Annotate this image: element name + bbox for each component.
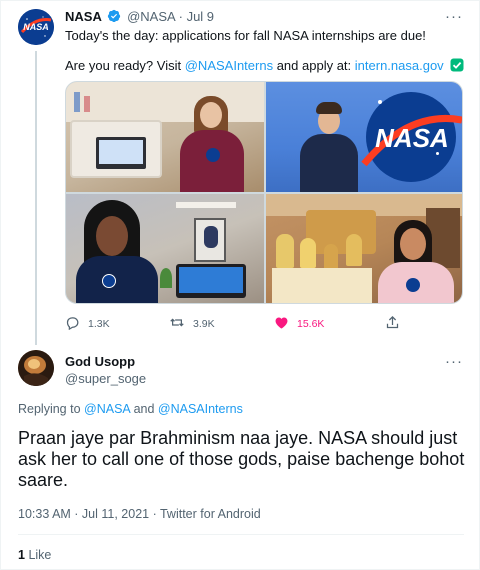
reply-action[interactable]: 1.3K bbox=[65, 315, 110, 333]
reply-count: 1.3K bbox=[88, 318, 110, 330]
url-link[interactable]: intern.nasa.gov bbox=[355, 58, 444, 73]
like-stat-label: Like bbox=[28, 548, 52, 562]
author-handle[interactable]: @NASA bbox=[127, 9, 175, 24]
check-mark-icon bbox=[450, 58, 464, 76]
header-separator: · bbox=[178, 9, 183, 24]
author-name[interactable]: NASA bbox=[65, 9, 102, 24]
photo-nasa-logo[interactable]: NASA bbox=[266, 82, 462, 192]
heart-icon bbox=[274, 315, 289, 333]
photo-logo-text: NASA bbox=[375, 123, 449, 153]
reply-author-name[interactable]: God Usopp bbox=[65, 354, 135, 369]
like-action[interactable]: 15.6K bbox=[274, 315, 324, 333]
tweet-thread: NASA NASA @NASA · Jul 9 ··· Today's the … bbox=[0, 0, 480, 570]
tweet-text-line-1: Today's the day: applications for fall N… bbox=[65, 28, 426, 43]
reply-icon bbox=[65, 315, 80, 333]
text-prefix: Are you ready? Visit bbox=[65, 58, 182, 73]
retweet-count: 3.9K bbox=[193, 318, 215, 330]
photo-intern-shrine[interactable] bbox=[266, 194, 462, 303]
like-stats[interactable]: 1 Like bbox=[18, 548, 51, 562]
tweet-header: NASA @NASA · Jul 9 bbox=[65, 9, 214, 26]
retweet-icon bbox=[169, 315, 185, 333]
like-count: 15.6K bbox=[297, 318, 325, 330]
reply-text: Praan jaye par Brahminism naa jaye. NASA… bbox=[18, 428, 465, 490]
more-icon[interactable]: ··· bbox=[445, 354, 463, 369]
user-avatar[interactable] bbox=[18, 350, 54, 386]
divider bbox=[18, 534, 464, 535]
reply-timestamp[interactable]: 10:33 AM · Jul 11, 2021 · Twitter for An… bbox=[18, 507, 261, 521]
replying-mention-nasa[interactable]: @NASA bbox=[84, 402, 130, 416]
share-action[interactable] bbox=[385, 315, 400, 333]
more-icon[interactable]: ··· bbox=[445, 9, 463, 24]
reply-author-handle[interactable]: @super_soge bbox=[65, 371, 146, 386]
tweet-text-line-2: Are you ready? Visit @NASAInterns and ap… bbox=[65, 57, 464, 76]
replying-and: and bbox=[133, 402, 155, 416]
photo-intern-desk[interactable] bbox=[66, 82, 264, 192]
like-stat-count: 1 bbox=[18, 548, 25, 562]
share-icon bbox=[385, 315, 400, 333]
photo-intern-room[interactable] bbox=[66, 194, 264, 303]
replying-to-line: Replying to @NASA and @NASAInterns bbox=[18, 402, 243, 416]
tweet-date[interactable]: Jul 9 bbox=[187, 9, 214, 24]
mention-link[interactable]: @NASAInterns bbox=[185, 58, 273, 73]
avatar-logo-text: NASA bbox=[23, 22, 49, 32]
media-grid[interactable]: NASA bbox=[65, 81, 463, 304]
tweet-action-bar: 1.3K 3.9K 15.6K bbox=[65, 315, 463, 335]
replying-prefix: Replying to bbox=[18, 402, 81, 416]
thread-connector-line bbox=[35, 51, 37, 345]
text-middle: and apply at: bbox=[276, 58, 352, 73]
nasa-avatar[interactable]: NASA bbox=[18, 9, 54, 45]
retweet-action[interactable]: 3.9K bbox=[169, 315, 215, 333]
verified-badge-icon bbox=[107, 9, 121, 26]
replying-mention-nasainterns[interactable]: @NASAInterns bbox=[158, 402, 243, 416]
